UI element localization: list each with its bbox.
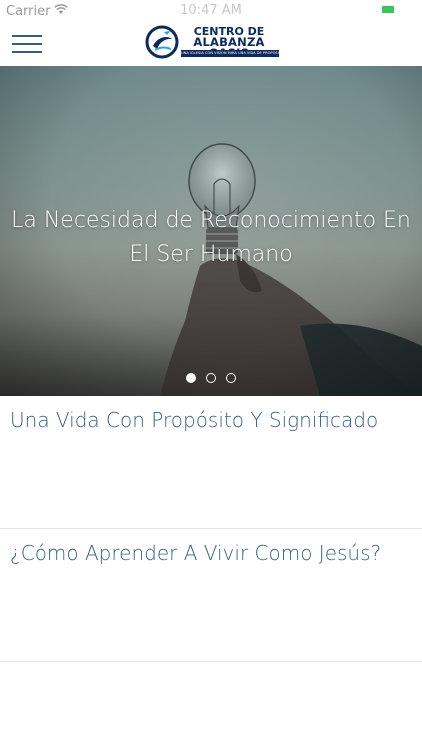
carousel-dot-1[interactable] xyxy=(186,373,196,383)
carousel-dot-2[interactable] xyxy=(206,373,216,383)
post-title: Una Vida Con Propósito Y Significado xyxy=(10,408,379,432)
navigation-bar: CENTRO DE ALABANZA OASIS UNA IGLESIA CON… xyxy=(0,0,422,66)
post-title: ¿Cómo Aprender A Vivir Como Jesús? xyxy=(10,541,382,565)
list-item[interactable]: ¿Cómo Aprender A Vivir Como Jesús? xyxy=(0,529,422,662)
carousel-page-indicator xyxy=(0,370,422,384)
list-item[interactable]: Una Vida Con Propósito Y Significado xyxy=(0,396,422,529)
logo-tagline: UNA IGLESIA CON VISIÓN PARA UNA VIDA DE … xyxy=(181,50,279,57)
hero-carousel[interactable]: La Necesidad de Reconocimiento En El Ser… xyxy=(0,66,422,396)
church-logo[interactable]: CENTRO DE ALABANZA OASIS UNA IGLESIA CON… xyxy=(145,25,280,59)
logo-emblem-icon xyxy=(145,25,179,59)
carousel-dot-3[interactable] xyxy=(226,373,236,383)
hero-title[interactable]: La Necesidad de Reconocimiento En El Ser… xyxy=(10,204,412,272)
hamburger-menu-icon[interactable] xyxy=(12,33,42,55)
posts-list: Una Vida Con Propósito Y Significado ¿Có… xyxy=(0,396,422,662)
